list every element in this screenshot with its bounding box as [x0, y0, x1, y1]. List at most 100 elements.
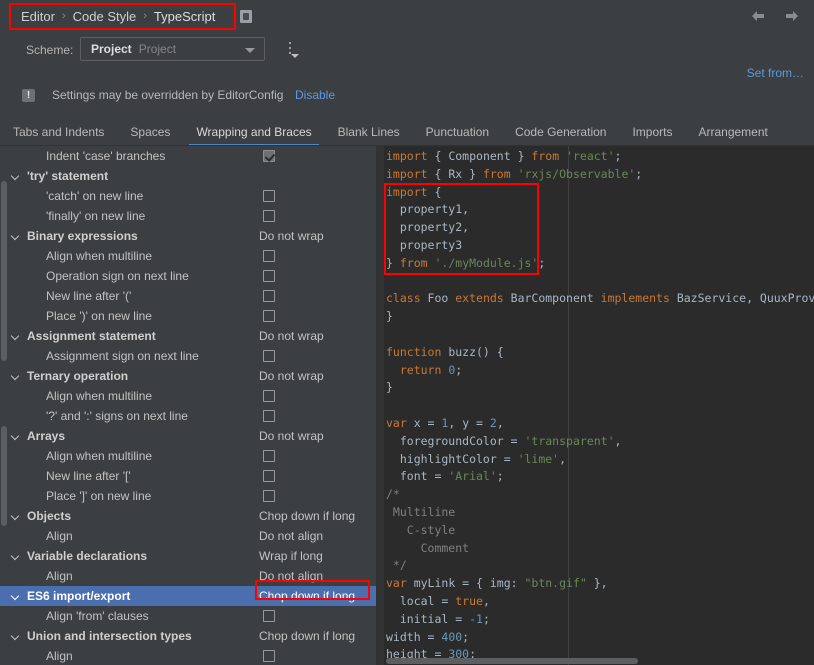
- tree-row[interactable]: Align when multiline: [0, 446, 376, 466]
- tree-row-checkbox[interactable]: [263, 190, 275, 202]
- breadcrumb-item-code-style[interactable]: Code Style: [73, 9, 137, 24]
- code-token: x =: [406, 415, 442, 430]
- tree-row[interactable]: New line after '[': [0, 466, 376, 486]
- tree-row-selected[interactable]: ES6 import/export Chop down if long: [0, 586, 376, 606]
- tree-row-value[interactable]: Chop down if long: [259, 589, 355, 603]
- tab-code-generation[interactable]: Code Generation: [502, 120, 619, 146]
- tab-spaces[interactable]: Spaces: [117, 120, 183, 146]
- tree-row[interactable]: Assignment sign on next line: [0, 346, 376, 366]
- set-from-link[interactable]: Set from…: [747, 66, 804, 80]
- tree-row-checkbox[interactable]: [263, 270, 275, 282]
- tree-row-label: Align: [46, 649, 73, 663]
- tree-row[interactable]: Align 'from' clauses: [0, 606, 376, 626]
- tree-row[interactable]: 'catch' on new line: [0, 186, 376, 206]
- tree-row[interactable]: Ternary operation Do not wrap: [0, 366, 376, 386]
- tree-row-checkbox[interactable]: [263, 290, 275, 302]
- chevron-down-icon[interactable]: [10, 171, 20, 181]
- tree-row-value[interactable]: Do not wrap: [259, 429, 324, 443]
- tree-row[interactable]: Union and intersection types Chop down if…: [0, 626, 376, 646]
- tree-row[interactable]: Align when multiline: [0, 386, 376, 406]
- tree-row[interactable]: Operation sign on next line: [0, 266, 376, 286]
- back-arrow-icon[interactable]: [750, 9, 766, 23]
- code-token: var: [386, 576, 407, 591]
- code-token: }: [386, 309, 393, 324]
- tree-row[interactable]: Objects Chop down if long: [0, 506, 376, 526]
- code-token: initial =: [386, 611, 470, 626]
- tree-row-value[interactable]: Chop down if long: [259, 629, 355, 643]
- tab-wrapping-and-braces[interactable]: Wrapping and Braces: [183, 120, 324, 146]
- tree-row-value[interactable]: Wrap if long: [259, 549, 323, 563]
- tree-row-value[interactable]: Do not wrap: [259, 229, 324, 243]
- tree-row[interactable]: Align: [0, 646, 376, 665]
- breadcrumb[interactable]: Editor › Code Style › TypeScript: [17, 5, 219, 27]
- breadcrumb-item-editor[interactable]: Editor: [21, 9, 55, 24]
- code-line: property1,: [386, 201, 814, 219]
- chevron-down-icon[interactable]: [10, 591, 20, 601]
- tab-blank-lines[interactable]: Blank Lines: [325, 120, 413, 146]
- tree-row-checkbox[interactable]: [263, 470, 275, 482]
- tree-row[interactable]: Place ')' on new line: [0, 306, 376, 326]
- forward-arrow-icon[interactable]: [784, 9, 800, 23]
- tree-row-value[interactable]: Do not wrap: [259, 369, 324, 383]
- tree-row[interactable]: Assignment statement Do not wrap: [0, 326, 376, 346]
- code-token: ,: [496, 415, 504, 430]
- code-horizontal-scrollbar[interactable]: [386, 658, 638, 664]
- scheme-row: Scheme: Project Project: [0, 36, 814, 66]
- code-token: extends: [455, 291, 504, 306]
- tree-row-checkbox[interactable]: [263, 350, 275, 362]
- tab-arrangement[interactable]: Arrangement: [685, 120, 780, 146]
- code-token: './myModule.js': [434, 255, 539, 270]
- chevron-down-icon[interactable]: [10, 551, 20, 561]
- breadcrumb-item-typescript[interactable]: TypeScript: [154, 9, 215, 24]
- chevron-down-icon[interactable]: [10, 371, 20, 381]
- code-line: function buzz() {: [386, 344, 814, 362]
- tree-row[interactable]: '?' and ':' signs on next line: [0, 406, 376, 426]
- tree-row-checkbox[interactable]: [263, 650, 275, 662]
- tree-row[interactable]: Arrays Do not wrap: [0, 426, 376, 446]
- tree-row-value[interactable]: Do not align: [259, 569, 323, 583]
- code-line: }: [386, 308, 814, 326]
- tree-row-label: ES6 import/export: [27, 589, 131, 603]
- tree-row-value[interactable]: Chop down if long: [259, 509, 355, 523]
- tree-row-label: Align when multiline: [46, 449, 153, 463]
- chevron-down-icon[interactable]: [10, 331, 20, 341]
- chevron-down-icon[interactable]: [10, 511, 20, 521]
- chevron-down-icon[interactable]: [10, 231, 20, 241]
- tab-tabs-and-indents[interactable]: Tabs and Indents: [0, 120, 117, 146]
- scheme-dropdown[interactable]: Project Project: [80, 37, 265, 61]
- tree-row-label: 'catch' on new line: [46, 189, 144, 203]
- tree-row-checkbox[interactable]: [263, 490, 275, 502]
- tree-row[interactable]: Variable declarations Wrap if long: [0, 546, 376, 566]
- editorconfig-disable-link[interactable]: Disable: [295, 88, 335, 102]
- code-preview-panel[interactable]: import { Component } from 'react'; import…: [378, 146, 814, 665]
- tab-imports[interactable]: Imports: [619, 120, 685, 146]
- tree-row[interactable]: Binary expressions Do not wrap: [0, 226, 376, 246]
- tree-row-value[interactable]: Do not wrap: [259, 329, 324, 343]
- tree-row[interactable]: Place ']' on new line: [0, 486, 376, 506]
- tree-row-checkbox[interactable]: [263, 410, 275, 422]
- tree-row-value[interactable]: Do not align: [259, 529, 323, 543]
- tab-punctuation[interactable]: Punctuation: [413, 120, 502, 146]
- tree-row[interactable]: Align when multiline: [0, 246, 376, 266]
- tree-row[interactable]: Align Do not align: [0, 566, 376, 586]
- tree-row-checkbox[interactable]: [263, 390, 275, 402]
- kebab-menu-icon[interactable]: [285, 40, 299, 58]
- breadcrumb-row: Editor › Code Style › TypeScript: [0, 0, 814, 32]
- tree-row-checkbox[interactable]: [263, 310, 275, 322]
- tree-row-checkbox[interactable]: [263, 610, 275, 622]
- tree-row[interactable]: New line after '(': [0, 286, 376, 306]
- tree-row-checkbox[interactable]: [263, 150, 275, 162]
- chevron-down-icon[interactable]: [10, 631, 20, 641]
- code-token: 400: [441, 629, 463, 644]
- tree-row-checkbox[interactable]: [263, 250, 275, 262]
- tree-row[interactable]: 'try' statement: [0, 166, 376, 186]
- tree-row[interactable]: Indent 'case' branches: [0, 146, 376, 166]
- tree-row-checkbox[interactable]: [263, 210, 275, 222]
- tree-row-checkbox[interactable]: [263, 450, 275, 462]
- editorconfig-notice: ! Settings may be overridden by EditorCo…: [0, 86, 814, 110]
- code-token: ;: [614, 149, 622, 163]
- chevron-down-icon[interactable]: [10, 431, 20, 441]
- tree-row[interactable]: Align Do not align: [0, 526, 376, 546]
- tree-row[interactable]: 'finally' on new line: [0, 206, 376, 226]
